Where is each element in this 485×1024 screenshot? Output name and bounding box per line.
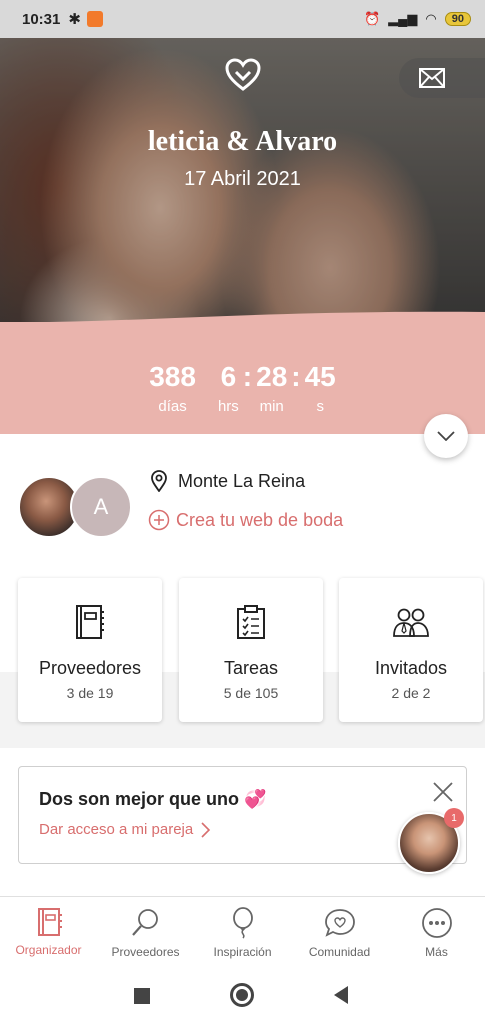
envelope-icon xyxy=(419,68,445,88)
expand-button[interactable] xyxy=(424,414,468,458)
wedding-location[interactable]: Monte La Reina xyxy=(150,470,305,492)
magnifier-icon xyxy=(131,909,158,936)
banner-title: Dos son mejor que uno 💞 xyxy=(39,789,267,809)
plus-circle-icon xyxy=(148,509,170,531)
chat-heart-icon xyxy=(324,909,355,937)
countdown-separator: : xyxy=(291,361,301,392)
more-icon xyxy=(421,908,452,938)
couple-names: leticia & Alvaro xyxy=(147,126,338,157)
card-title: Proveedores xyxy=(38,658,142,678)
tab-proveedores[interactable]: Proveedores xyxy=(97,897,194,968)
countdown-days: 388 días xyxy=(149,361,196,416)
tab-label: Organizador xyxy=(15,943,82,957)
card-invitados[interactable]: Invitados 2 de 2 xyxy=(339,578,483,722)
location-label: Monte La Reina xyxy=(178,470,306,491)
status-time: 10:31 xyxy=(22,10,61,28)
card-title: Invitados xyxy=(374,658,448,678)
wave-divider xyxy=(0,311,485,338)
chevron-down-icon xyxy=(437,431,455,441)
notification-badge: 1 xyxy=(444,808,464,828)
tab-label: Comunidad xyxy=(308,945,371,959)
back-button[interactable] xyxy=(334,986,348,1004)
tab-label: Inspiración xyxy=(213,945,272,959)
balloon-icon xyxy=(232,907,253,939)
card-progress: 2 de 2 xyxy=(391,685,431,701)
tab-organizador[interactable]: Organizador xyxy=(0,897,97,968)
clipboard-icon xyxy=(237,605,265,639)
card-tareas[interactable]: Tareas 5 de 105 xyxy=(179,578,323,722)
bluetooth-icon: ✱ xyxy=(68,11,81,28)
messages-button[interactable] xyxy=(399,58,485,98)
partner-avatar[interactable]: A xyxy=(70,476,132,538)
card-proveedores[interactable]: Proveedores 3 de 19 xyxy=(18,578,162,722)
organizer-icon xyxy=(37,908,62,936)
create-wedding-website-link[interactable]: Crea tu web de boda xyxy=(148,509,343,531)
tab-inspiracion[interactable]: Inspiración xyxy=(194,897,291,968)
bottom-tab-bar: Organizador Proveedores Inspiración Comu… xyxy=(0,896,485,968)
card-progress: 3 de 19 xyxy=(66,685,114,701)
tab-label: Proveedores xyxy=(111,945,180,959)
home-button[interactable] xyxy=(230,983,254,1007)
location-pin-icon xyxy=(151,470,167,492)
signal-icon: ▂▄▆ xyxy=(388,11,418,26)
web-link-label: Crea tu web de boda xyxy=(176,509,344,530)
countdown-hours: 6 hrs xyxy=(217,361,239,416)
wifi-icon: ◠ xyxy=(425,11,437,26)
alarm-icon: ⏰ xyxy=(364,11,381,26)
card-progress: 5 de 105 xyxy=(223,685,279,701)
system-navigation-bar xyxy=(0,968,485,1024)
wedding-countdown: 388 días 6 hrs : 28 min : 45 s xyxy=(0,311,485,434)
couple-cover-photo[interactable]: leticia & Alvaro 17 Abril 2021 xyxy=(0,38,485,338)
notebook-icon xyxy=(76,605,104,639)
recents-button[interactable] xyxy=(134,988,150,1004)
give-partner-access-link[interactable]: Dar acceso a mi pareja xyxy=(39,821,211,838)
countdown-seconds: 45 s xyxy=(304,361,336,416)
card-title: Tareas xyxy=(223,658,279,678)
close-icon[interactable] xyxy=(432,781,454,803)
tab-label: Más xyxy=(425,945,448,959)
heart-logo-icon xyxy=(225,58,261,91)
chevron-right-icon xyxy=(201,821,211,838)
app-notification-icon xyxy=(86,11,103,27)
battery-indicator: 90 xyxy=(444,12,471,26)
tab-mas[interactable]: Más xyxy=(388,897,485,968)
couple-avatars[interactable]: A xyxy=(18,476,138,540)
guests-icon xyxy=(393,608,429,637)
status-bar: 10:31 ✱ ⏰ ▂▄▆ ◠ 90 xyxy=(0,0,485,38)
countdown-minutes: 28 min xyxy=(256,361,288,416)
wedding-date: 17 Abril 2021 xyxy=(184,168,301,190)
countdown-separator: : xyxy=(242,361,253,392)
tab-comunidad[interactable]: Comunidad xyxy=(291,897,388,968)
hearts-emoji: 💞 xyxy=(244,789,267,809)
